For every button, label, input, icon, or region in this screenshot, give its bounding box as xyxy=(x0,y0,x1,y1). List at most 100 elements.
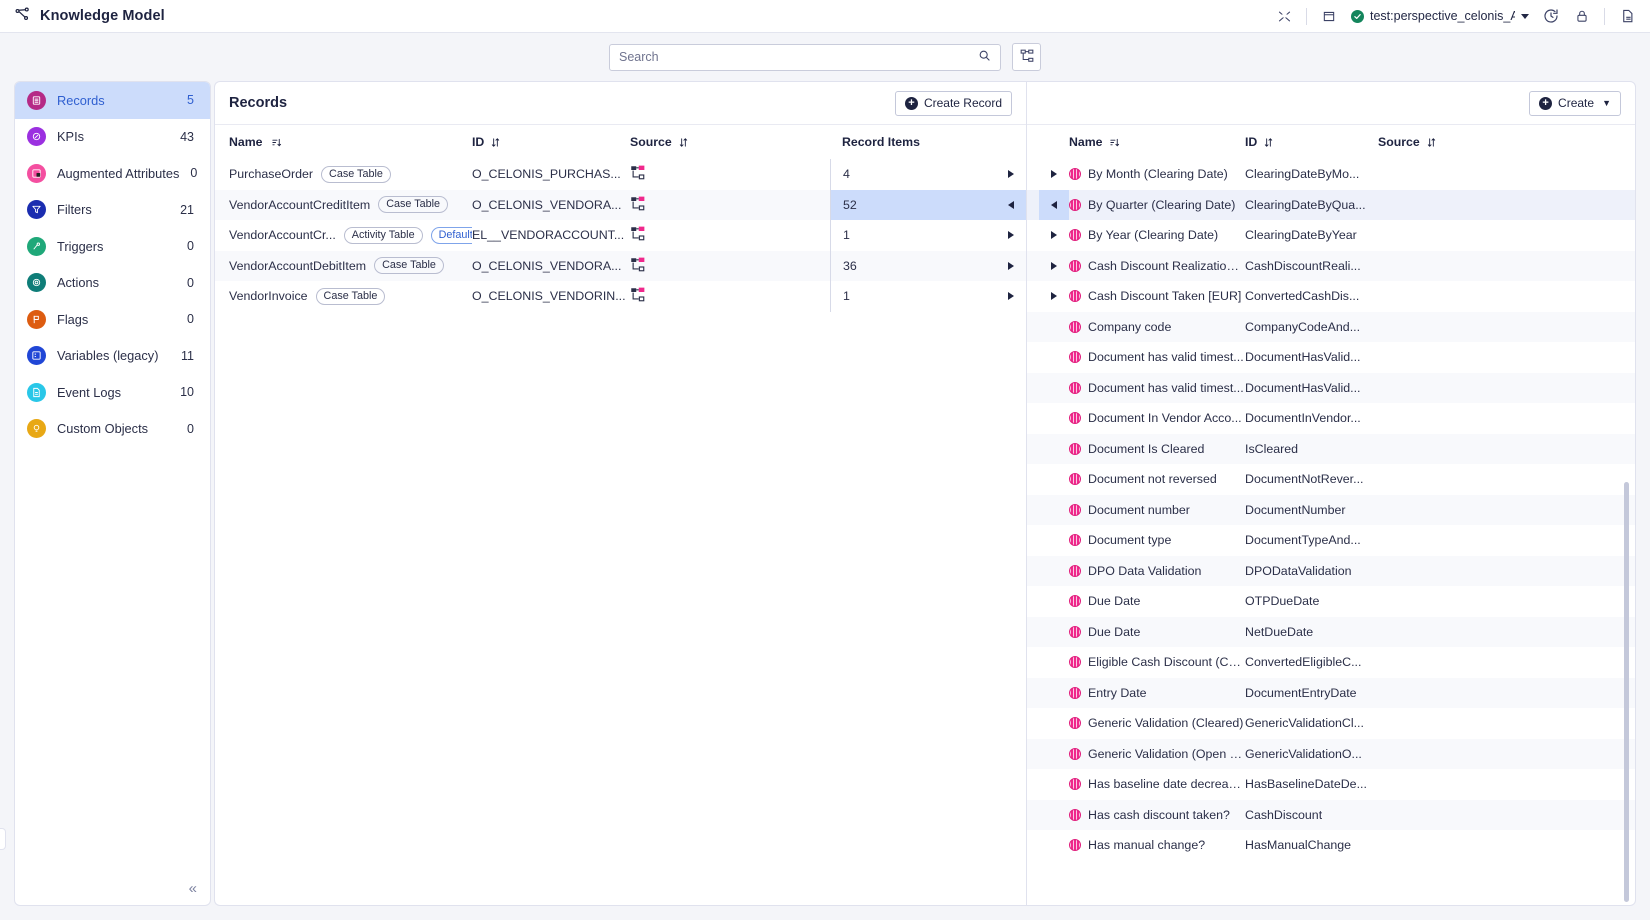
list-item[interactable]: By Month (Clearing Date) ClearingDateByMo… xyxy=(1027,159,1635,190)
list-item[interactable]: By Quarter (Clearing Date) ClearingDateBy… xyxy=(1027,189,1635,220)
expand-item-button[interactable] xyxy=(1039,342,1069,373)
table-row[interactable]: VendorAccountCr... Activity Table Default E… xyxy=(215,220,1026,251)
list-item[interactable]: Has baseline date decrease? HasBaselineDa… xyxy=(1027,769,1635,800)
record-id: O_CELONIS_VENDORA... xyxy=(472,258,622,273)
scrollbar-thumb[interactable] xyxy=(1624,482,1629,902)
list-item[interactable]: Generic Validation (Cleared) GenericValid… xyxy=(1027,708,1635,739)
list-item[interactable]: Cash Discount Taken [EUR] ConvertedCashDi… xyxy=(1027,281,1635,312)
history-icon[interactable] xyxy=(1542,7,1560,25)
expand-record-button[interactable] xyxy=(996,281,1026,312)
expand-item-button[interactable] xyxy=(1039,220,1069,251)
expand-record-button[interactable] xyxy=(996,251,1026,282)
column-header-name[interactable]: Name xyxy=(1069,135,1245,149)
list-item[interactable]: Has cash discount taken? CashDiscount xyxy=(1027,799,1635,831)
lock-icon[interactable] xyxy=(1573,7,1591,25)
item-name-cell: Document In Vendor Acco... xyxy=(1069,411,1245,425)
list-item[interactable]: Eligible Cash Discount (Co... ConvertedEl… xyxy=(1027,647,1635,678)
list-item[interactable]: Document not reversed DocumentNotRever... xyxy=(1027,464,1635,495)
export-icon[interactable] xyxy=(1618,7,1636,25)
expand-item-button[interactable] xyxy=(1039,434,1069,465)
expand-item-button[interactable] xyxy=(1039,617,1069,648)
column-header-source[interactable]: Source xyxy=(1378,135,1437,149)
list-item[interactable]: Generic Validation (Open &... GenericVali… xyxy=(1027,738,1635,770)
search-input[interactable] xyxy=(619,50,978,64)
list-item[interactable]: Due Date OTPDueDate xyxy=(1027,586,1635,617)
list-item[interactable]: Document has valid timest... DocumentHasV… xyxy=(1027,372,1635,404)
sidebar-item-records[interactable]: Records 5 xyxy=(15,82,210,119)
create-record-button[interactable]: + Create Record xyxy=(894,90,1012,116)
sidebar-item-filters[interactable]: Filters 21 xyxy=(15,192,210,229)
sidebar-item-triggers[interactable]: Triggers 0 xyxy=(15,228,210,265)
sidebar-item-count: 0 xyxy=(187,239,194,254)
shuffle-icon[interactable] xyxy=(1275,7,1293,25)
expand-item-button[interactable] xyxy=(1039,403,1069,434)
item-id-cell: ConvertedEligibleC... xyxy=(1245,655,1378,669)
scrollbar-track[interactable] xyxy=(1624,132,1632,902)
create-button[interactable]: + Create ▼ xyxy=(1529,90,1621,116)
search-icon[interactable] xyxy=(978,49,991,65)
expand-record-button[interactable] xyxy=(996,220,1026,251)
item-name: Document Is Cleared xyxy=(1088,441,1205,456)
list-item[interactable]: Document Is Cleared IsCleared xyxy=(1027,433,1635,465)
list-item[interactable]: Cash Discount Realization ... CashDiscoun… xyxy=(1027,250,1635,282)
expand-item-button[interactable] xyxy=(1039,464,1069,495)
list-item[interactable]: By Year (Clearing Date) ClearingDateByYea… xyxy=(1027,220,1635,251)
search-box[interactable] xyxy=(609,43,1001,71)
expand-item-button[interactable] xyxy=(1039,830,1069,861)
sidebar-item-variables-legacy[interactable]: Variables (legacy) 11 xyxy=(15,338,210,375)
expand-item-button[interactable] xyxy=(1039,647,1069,678)
list-item[interactable]: Document number DocumentNumber xyxy=(1027,494,1635,526)
expand-item-button[interactable] xyxy=(1039,281,1069,312)
sidebar-item-actions[interactable]: Actions 0 xyxy=(15,265,210,302)
column-header-id[interactable]: ID xyxy=(472,135,630,149)
collapse-sidebar-button[interactable]: « xyxy=(189,881,197,896)
expand-item-button[interactable] xyxy=(1039,769,1069,800)
sidebar: Records 5 KPIs 43 Augmented Attributes 0 Filte… xyxy=(14,81,211,906)
sidebar-item-kpis[interactable]: KPIs 43 xyxy=(15,119,210,156)
list-item[interactable]: DPO Data Validation DPODataValidation xyxy=(1027,555,1635,587)
list-item[interactable]: Document has valid timest... DocumentHasV… xyxy=(1027,342,1635,373)
table-row[interactable]: VendorInvoice Case Table O_CELONIS_VENDORI… xyxy=(215,281,1026,312)
list-item[interactable]: Has manual change? HasManualChange xyxy=(1027,830,1635,861)
sidebar-item-augmented-attributes[interactable]: Augmented Attributes 0 xyxy=(15,155,210,192)
expand-item-button[interactable] xyxy=(1039,739,1069,770)
expand-item-button[interactable] xyxy=(1039,495,1069,526)
expand-item-button[interactable] xyxy=(1039,586,1069,617)
column-header-name[interactable]: Name xyxy=(229,135,472,149)
expand-item-button[interactable] xyxy=(1039,189,1069,220)
records-table-body: PurchaseOrder Case Table O_CELONIS_PURCHAS… xyxy=(215,159,1026,905)
workspace-selector[interactable]: test:perspective_celonis_A... xyxy=(1351,9,1529,23)
sidebar-item-custom-objects[interactable]: Custom Objects 0 xyxy=(15,411,210,448)
expand-item-button[interactable] xyxy=(1039,800,1069,831)
item-id: DPODataValidation xyxy=(1245,563,1352,578)
table-row[interactable]: PurchaseOrder Case Table O_CELONIS_PURCHAS… xyxy=(215,159,1026,190)
data-model-button[interactable] xyxy=(1012,43,1041,71)
table-row[interactable]: VendorAccountDebitItem Case Table O_CELONI… xyxy=(215,250,1026,282)
sidebar-item-event-logs[interactable]: Event Logs 10 xyxy=(15,374,210,411)
list-item[interactable]: Entry Date DocumentEntryDate xyxy=(1027,677,1635,709)
column-header-source[interactable]: Source xyxy=(630,135,830,149)
column-header-id[interactable]: ID xyxy=(1245,135,1378,149)
expand-item-button[interactable] xyxy=(1039,556,1069,587)
item-id-cell: CashDiscount xyxy=(1245,808,1378,822)
edge-handle[interactable] xyxy=(0,828,6,850)
expand-record-button[interactable] xyxy=(996,159,1026,190)
database-icon[interactable] xyxy=(1320,7,1338,25)
expand-item-button[interactable] xyxy=(1039,678,1069,709)
expand-item-button[interactable] xyxy=(1039,373,1069,404)
expand-item-button[interactable] xyxy=(1039,708,1069,739)
list-item[interactable]: Due Date NetDueDate xyxy=(1027,616,1635,648)
expand-record-button[interactable] xyxy=(996,189,1026,220)
sidebar-item-count: 0 xyxy=(190,166,198,181)
expand-item-button[interactable] xyxy=(1039,312,1069,343)
attribute-icon xyxy=(1069,747,1081,760)
sidebar-item-flags[interactable]: Flags 0 xyxy=(15,301,210,338)
list-item[interactable]: Company code CompanyCodeAnd... xyxy=(1027,311,1635,343)
custom-icon xyxy=(27,419,46,439)
expand-item-button[interactable] xyxy=(1039,525,1069,556)
table-row[interactable]: VendorAccountCreditItem Case Table O_CELON… xyxy=(215,189,1026,220)
list-item[interactable]: Document type DocumentTypeAnd... xyxy=(1027,525,1635,556)
list-item[interactable]: Document In Vendor Acco... DocumentInVend… xyxy=(1027,403,1635,434)
expand-item-button[interactable] xyxy=(1039,159,1069,190)
expand-item-button[interactable] xyxy=(1039,251,1069,282)
